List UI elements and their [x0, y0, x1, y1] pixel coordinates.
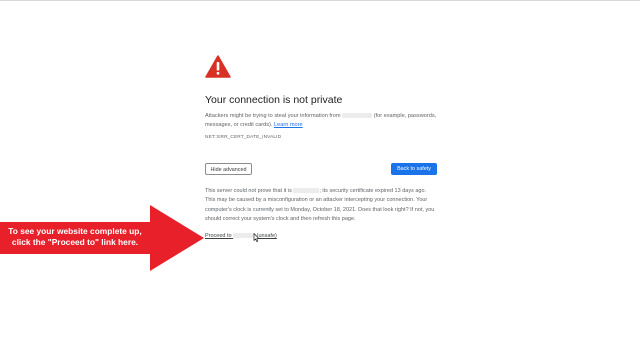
annotation-line-2: click the "Proceed to" link here. [11, 237, 139, 247]
annotation-text: To see your website complete up, click t… [0, 226, 150, 248]
back-to-safety-button[interactable]: Back to safety [391, 163, 437, 175]
redacted-domain [342, 113, 373, 119]
redacted-domain [233, 233, 256, 239]
warning-text-before: Attackers might be trying to steal your … [205, 113, 341, 119]
redacted-domain [293, 188, 320, 194]
details-part1: This server could not prove that it is [205, 188, 292, 194]
warning-description: Attackers might be trying to steal your … [205, 112, 437, 130]
warning-triangle-icon [205, 55, 231, 78]
proceed-line: Proceed to (unsafe) [205, 233, 277, 239]
error-code: NET::ERR_CERT_DATE_INVALID [205, 135, 282, 140]
proceed-prefix: Proceed to [205, 233, 232, 239]
proceed-link[interactable]: Proceed to (unsafe) [205, 233, 277, 239]
advanced-details-text: This server could not prove that it is ;… [205, 187, 437, 224]
hide-advanced-button[interactable]: Hide advanced [205, 163, 252, 175]
browser-page: Your connection is not private Attackers… [0, 0, 640, 360]
learn-more-link[interactable]: Learn more [274, 122, 303, 128]
top-divider [0, 0, 640, 1]
annotation-line-1: To see your website complete up, [8, 226, 142, 236]
page-title: Your connection is not private [205, 94, 343, 106]
mouse-cursor-icon [253, 233, 260, 242]
